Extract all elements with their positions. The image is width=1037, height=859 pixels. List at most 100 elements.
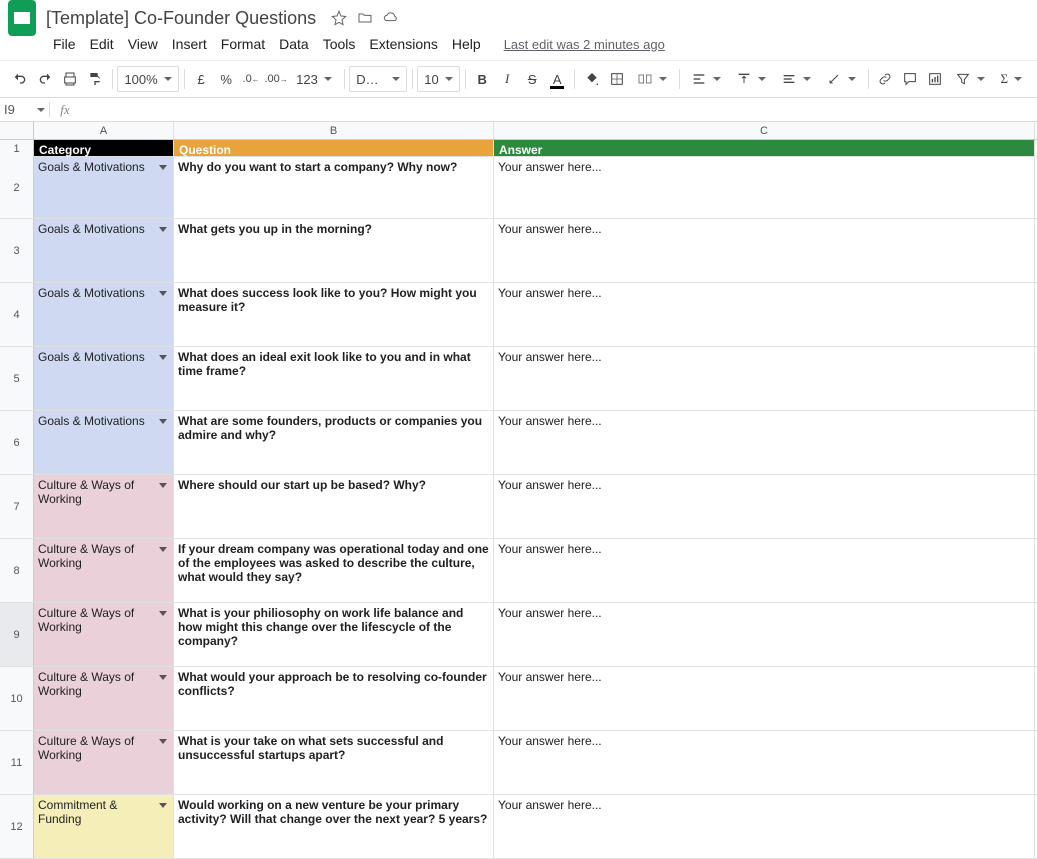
row-header[interactable]: 4 [0,283,34,346]
zoom-dropdown[interactable]: 100% [117,66,178,92]
cell-question[interactable]: What gets you up in the morning? [174,219,494,282]
menu-view[interactable]: View [121,32,165,56]
col-header-a[interactable]: A [34,122,174,139]
row-header[interactable]: 12 [0,795,34,858]
cell-question[interactable]: Why do you want to start a company? Why … [174,157,494,218]
chart-button[interactable] [923,66,947,92]
menu-tools[interactable]: Tools [316,32,363,56]
row-header[interactable]: 5 [0,347,34,410]
row-header[interactable]: 10 [0,667,34,730]
functions-dropdown[interactable]: Σ [993,66,1029,92]
cell-answer[interactable]: Your answer here... [494,667,1035,730]
cell-question[interactable]: If your dream company was operational to… [174,539,494,602]
rotate-dropdown[interactable] [819,66,863,92]
cell-category[interactable]: Culture & Ways of Working [34,539,174,602]
cell-question[interactable]: What is your take on what sets successfu… [174,731,494,794]
dropdown-chevron-icon[interactable] [159,227,167,232]
menu-data[interactable]: Data [272,32,316,56]
row-header[interactable]: 9 [0,603,34,666]
strikethrough-button[interactable]: S [520,66,544,92]
menu-format[interactable]: Format [214,32,272,56]
cell-question[interactable]: What does an ideal exit look like to you… [174,347,494,410]
cell-category[interactable]: Goals & Motivations [34,283,174,346]
name-box[interactable]: I9 [0,102,50,117]
link-button[interactable] [873,66,897,92]
row-header[interactable]: 3 [0,219,34,282]
header-category[interactable]: Category [34,140,174,156]
cell-answer[interactable]: Your answer here... [494,731,1035,794]
star-icon[interactable] [330,9,348,27]
font-dropdown[interactable]: Default (Ari... [349,66,407,92]
row-header[interactable]: 6 [0,411,34,474]
sheets-logo-icon[interactable] [8,0,36,36]
row-header[interactable]: 7 [0,475,34,538]
formula-input[interactable] [80,98,1037,121]
decrease-decimal-button[interactable]: .0← [239,66,263,92]
number-format-dropdown[interactable]: 123 [289,66,339,92]
cell-question[interactable]: Would working on a new venture be your p… [174,795,494,858]
cell-answer[interactable]: Your answer here... [494,603,1035,666]
filter-dropdown[interactable] [948,66,992,92]
wrap-dropdown[interactable] [774,66,818,92]
fill-color-button[interactable] [580,66,604,92]
header-answer[interactable]: Answer [494,140,1035,156]
dropdown-chevron-icon[interactable] [159,803,167,808]
col-header-b[interactable]: B [174,122,494,139]
menu-edit[interactable]: Edit [83,32,121,56]
cell-answer[interactable]: Your answer here... [494,347,1035,410]
select-all-corner[interactable] [0,122,34,139]
currency-button[interactable]: £ [189,66,213,92]
font-size-dropdown[interactable]: 10 [417,66,459,92]
borders-button[interactable] [605,66,629,92]
dropdown-chevron-icon[interactable] [159,675,167,680]
cell-category[interactable]: Goals & Motivations [34,347,174,410]
cell-answer[interactable]: Your answer here... [494,157,1035,218]
print-icon[interactable] [58,66,82,92]
cell-answer[interactable]: Your answer here... [494,795,1035,858]
dropdown-chevron-icon[interactable] [159,483,167,488]
dropdown-chevron-icon[interactable] [159,291,167,296]
italic-button[interactable]: I [495,66,519,92]
cell-question[interactable]: What is your philiosophy on work life ba… [174,603,494,666]
menu-insert[interactable]: Insert [165,32,214,56]
doc-title[interactable]: [Template] Co-Founder Questions [46,8,316,29]
row-header[interactable]: 2 [0,157,34,218]
menu-file[interactable]: File [46,32,83,56]
row-header[interactable]: 1 [0,140,34,157]
h-align-dropdown[interactable] [684,66,728,92]
cell-category[interactable]: Culture & Ways of Working [34,603,174,666]
cell-question[interactable]: What would your approach be to resolving… [174,667,494,730]
cell-question[interactable]: What are some founders, products or comp… [174,411,494,474]
last-edit-link[interactable]: Last edit was 2 minutes ago [504,37,665,52]
menu-help[interactable]: Help [445,32,488,56]
increase-decimal-button[interactable]: .00→ [264,66,288,92]
cell-category[interactable]: Commitment & Funding [34,795,174,858]
cell-category[interactable]: Culture & Ways of Working [34,667,174,730]
dropdown-chevron-icon[interactable] [159,547,167,552]
dropdown-chevron-icon[interactable] [159,419,167,424]
cell-question[interactable]: What does success look like to you? How … [174,283,494,346]
cell-category[interactable]: Culture & Ways of Working [34,475,174,538]
cell-answer[interactable]: Your answer here... [494,539,1035,602]
cell-category[interactable]: Culture & Ways of Working [34,731,174,794]
row-header[interactable]: 8 [0,539,34,602]
col-header-c[interactable]: C [494,122,1035,139]
dropdown-chevron-icon[interactable] [159,611,167,616]
dropdown-chevron-icon[interactable] [159,165,167,170]
cloud-status-icon[interactable] [382,9,400,27]
row-header[interactable]: 11 [0,731,34,794]
comment-button[interactable] [898,66,922,92]
move-icon[interactable] [356,9,374,27]
dropdown-chevron-icon[interactable] [159,739,167,744]
cell-answer[interactable]: Your answer here... [494,411,1035,474]
cell-question[interactable]: Where should our start up be based? Why? [174,475,494,538]
bold-button[interactable]: B [470,66,494,92]
undo-icon[interactable] [8,66,32,92]
cell-answer[interactable]: Your answer here... [494,219,1035,282]
paint-format-icon[interactable] [83,66,107,92]
v-align-dropdown[interactable] [729,66,773,92]
cell-category[interactable]: Goals & Motivations [34,411,174,474]
text-color-button[interactable]: A [545,66,569,92]
redo-icon[interactable] [33,66,57,92]
percent-button[interactable]: % [214,66,238,92]
